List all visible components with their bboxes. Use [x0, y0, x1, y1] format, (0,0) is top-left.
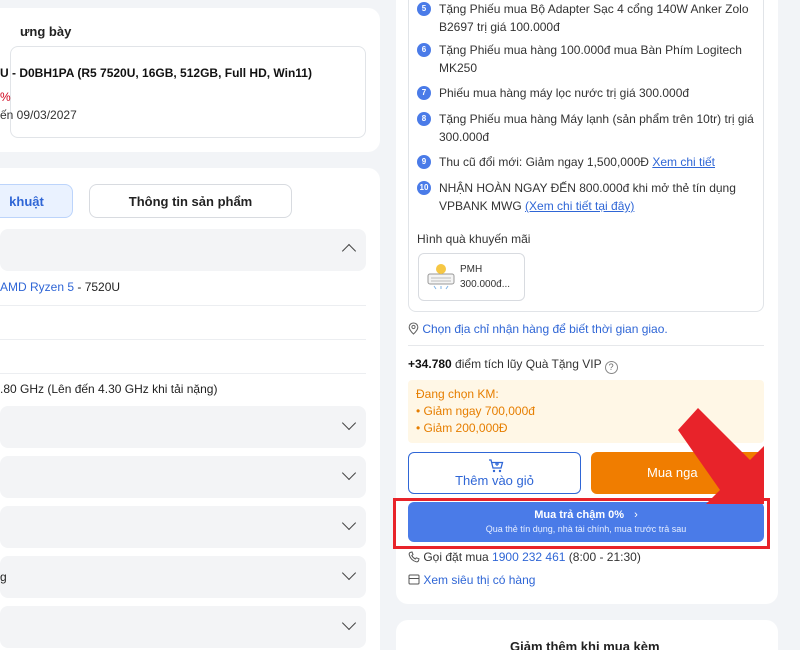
delivery-address-link[interactable]: Chọn địa chỉ nhận hàng để biết thời gian…	[408, 322, 668, 336]
add-to-cart-label: Thêm vào giỏ	[455, 473, 534, 488]
promo-number: 10	[417, 181, 431, 195]
bundle-section-title: Giảm thêm khi mua kèm	[510, 639, 660, 650]
spec-accordion[interactable]	[0, 506, 366, 548]
loyalty-points: +34.780 điểm tích lũy Quà Tặng VIP?	[408, 357, 618, 374]
promo-text: Tặng Phiếu mua hàng 100.000đ mua Bàn Phí…	[439, 43, 742, 75]
spec-row-cores	[0, 306, 366, 340]
promo-number: 8	[417, 112, 431, 126]
promo-number: 6	[417, 43, 431, 57]
store-icon	[408, 574, 420, 585]
gift-voucher-icon	[427, 264, 455, 290]
chevron-down-icon	[341, 415, 357, 431]
promo-text: Phiếu mua hàng máy lọc nước trị giá 300.…	[439, 86, 690, 100]
spec-group-header[interactable]	[0, 229, 366, 271]
variant-name: U - D0BH1PA (R5 7520U, 16GB, 512GB, Full…	[0, 66, 312, 80]
display-section-title: ưng bày	[20, 24, 72, 39]
vpbank-details-link[interactable]: (Xem chi tiết tại đây)	[525, 199, 634, 213]
phone-icon	[408, 551, 420, 563]
promo-text: Tặng Phiếu mua hàng Máy lạnh (sản phẩm t…	[439, 112, 754, 144]
hotline-hours: (8:00 - 21:30)	[565, 550, 641, 564]
hotline-row: Gọi đặt mua 1900 232 461 (8:00 - 21:30)	[408, 550, 641, 564]
spec-value: .80 GHz (Lên đến 4.30 GHz khi tải nặng)	[0, 382, 218, 396]
hotline-label: Gọi đặt mua	[423, 550, 493, 564]
spec-accordion-label: g	[0, 570, 7, 584]
red-arrow-annotation	[678, 408, 764, 504]
spec-accordion[interactable]	[0, 406, 366, 448]
selected-promos-title: Đang chọn KM:	[416, 387, 499, 401]
promo-number: 5	[417, 2, 431, 16]
divider	[408, 345, 764, 346]
gift-card[interactable]	[418, 253, 525, 301]
spec-accordion[interactable]: g	[0, 556, 366, 598]
promo-text: Thu cũ đổi mới: Giảm ngay 1,500,000Đ	[439, 155, 653, 169]
trade-in-details-link[interactable]: Xem chi tiết	[652, 155, 715, 169]
points-text: điểm tích lũy Quà Tặng VIP	[451, 357, 602, 371]
gift-name: PMH	[460, 264, 483, 275]
store-availability-text: Xem siêu thị có hàng	[423, 573, 536, 587]
promo-number: 9	[417, 155, 431, 169]
variant-discount: %	[0, 90, 11, 104]
promo-number: 7	[417, 86, 431, 100]
chevron-down-icon	[341, 465, 357, 481]
selected-promo-item: • Giảm 200,000Đ	[416, 421, 508, 435]
spec-row-threads	[0, 340, 366, 374]
cpu-link[interactable]: AMD Ryzen 5	[0, 280, 74, 294]
chevron-down-icon	[341, 565, 357, 581]
points-value: +34.780	[408, 357, 452, 371]
tab-product-info[interactable]: Thông tin sản phẩm	[89, 184, 292, 218]
selected-promo-item: • Giảm ngay 700,000đ	[416, 404, 535, 418]
gift-section-label: Hình quà khuyến mãi	[417, 232, 531, 246]
add-to-cart-button[interactable]: Thêm vào giỏ	[408, 452, 581, 494]
spec-row-speed: .80 GHz (Lên đến 4.30 GHz khi tải nặng)	[0, 374, 366, 404]
cart-icon	[489, 459, 504, 473]
delivery-address-text: Chọn địa chỉ nhận hàng để biết thời gian…	[422, 322, 668, 336]
location-pin-icon	[408, 322, 419, 335]
spec-row-cpu: AMD Ryzen 5 - 7520U	[0, 272, 366, 306]
promo-text: Tặng Phiếu mua Bộ Adapter Sạc 4 cổng 140…	[439, 2, 749, 34]
tab-specs[interactable]: khuật	[0, 184, 73, 218]
hotline-number[interactable]: 1900 232 461	[492, 550, 565, 564]
cpu-model: - 7520U	[74, 280, 121, 294]
chevron-down-icon	[341, 615, 357, 631]
chevron-down-icon	[341, 515, 357, 531]
variant-warranty: ến 09/03/2027	[0, 108, 77, 122]
spec-accordion[interactable]	[0, 606, 366, 648]
gift-value: 300.000đ...	[460, 279, 511, 290]
help-icon[interactable]: ?	[604, 361, 618, 374]
chevron-up-icon	[341, 243, 357, 259]
variant-option[interactable]	[10, 46, 366, 138]
spec-accordion[interactable]	[0, 456, 366, 498]
store-availability-link[interactable]: Xem siêu thị có hàng	[408, 573, 535, 587]
